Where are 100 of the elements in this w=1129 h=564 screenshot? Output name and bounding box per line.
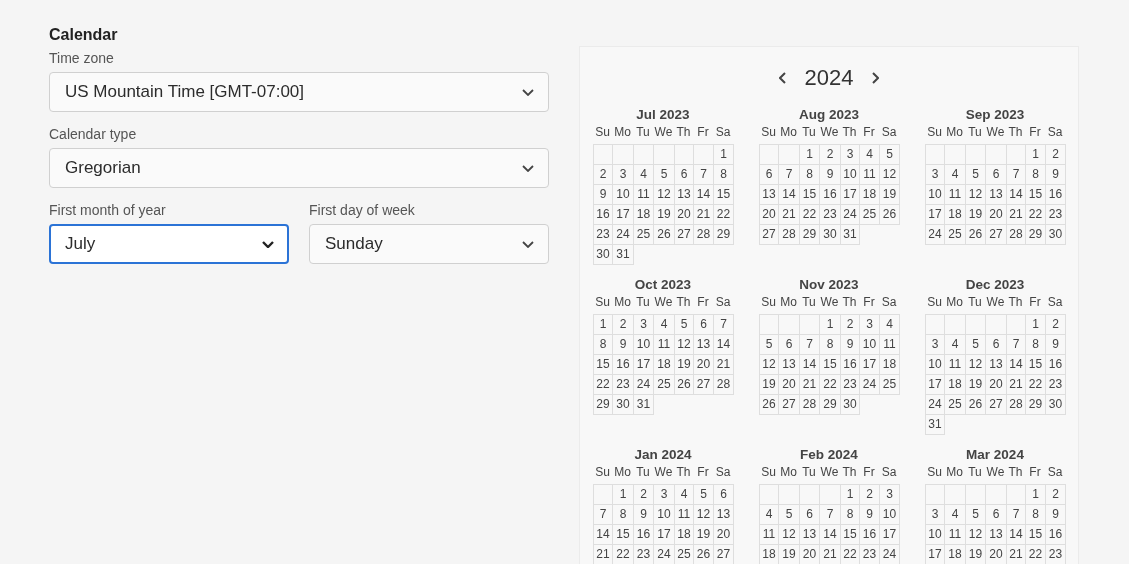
weekday-label: Fr	[696, 464, 710, 481]
weekday-label: Mo	[779, 294, 798, 311]
day-cell: 25	[879, 374, 900, 395]
day-cell: 21	[593, 544, 613, 564]
weekday-label: Tu	[801, 124, 817, 141]
day-cell: 16	[593, 204, 613, 225]
weekday-label: Fr	[696, 124, 710, 141]
day-cell: 19	[759, 374, 779, 395]
day-cell: 13	[759, 184, 779, 205]
weekday-label: Th	[841, 464, 858, 481]
day-cell: 2	[1045, 314, 1066, 335]
day-cell: 1	[713, 144, 734, 165]
weekday-label: We	[819, 294, 840, 311]
empty-day-cell	[593, 484, 613, 505]
day-cell: 24	[925, 394, 945, 415]
day-cell: 17	[925, 374, 945, 395]
empty-day-cell	[925, 314, 945, 335]
weekday-label: Fr	[862, 124, 876, 141]
weekday-label: Tu	[635, 464, 651, 481]
empty-day-cell	[925, 144, 945, 165]
weekday-label: Th	[1007, 124, 1024, 141]
weekday-label: Sa	[880, 124, 898, 141]
weekday-label: Fr	[1028, 124, 1042, 141]
weekday-label: Su	[594, 294, 611, 311]
chevron-down-icon	[262, 240, 274, 248]
field-label: First month of year	[49, 202, 167, 218]
weekday-label: We	[985, 294, 1006, 311]
dropdown[interactable]: July	[49, 224, 289, 264]
weekday-label: Mo	[613, 124, 632, 141]
day-cell: 30	[1045, 224, 1066, 245]
empty-day-cell	[759, 144, 779, 165]
day-cell: 3	[879, 484, 900, 505]
day-cell: 2	[1045, 144, 1066, 165]
weekday-label: Su	[760, 294, 777, 311]
weekday-label: Th	[841, 124, 858, 141]
weekday-label: Fr	[862, 294, 876, 311]
day-cell: 2	[1045, 484, 1066, 505]
chevron-right-icon	[871, 72, 880, 84]
month-title: Feb 2024	[800, 447, 858, 462]
weekday-label: We	[653, 464, 674, 481]
weekday-label: Sa	[1046, 294, 1064, 311]
empty-day-cell	[593, 144, 613, 165]
weekday-label: We	[819, 124, 840, 141]
weekday-label: Th	[841, 294, 858, 311]
month-title: Jul 2023	[636, 107, 690, 122]
weekday-label: Mo	[613, 464, 632, 481]
dropdown[interactable]: Sunday	[309, 224, 549, 264]
dropdown[interactable]: Gregorian	[49, 148, 549, 188]
weekday-label: Tu	[967, 464, 983, 481]
weekday-label: Th	[675, 464, 692, 481]
day-cell: 31	[925, 414, 945, 435]
day-cell: 10	[925, 524, 945, 545]
month-title: Oct 2023	[634, 277, 692, 292]
weekday-label: Sa	[714, 124, 732, 141]
day-cell: 31	[612, 244, 634, 265]
month-title: Aug 2023	[799, 107, 859, 122]
field-label: Calendar type	[49, 126, 138, 142]
weekday-label: Su	[926, 294, 943, 311]
weekday-label: Sa	[880, 464, 898, 481]
weekday-label: Su	[760, 464, 777, 481]
day-cell: 30	[593, 244, 613, 265]
day-cell: 17	[925, 544, 945, 564]
day-cell: 14	[593, 524, 613, 545]
weekday-label: Su	[594, 124, 611, 141]
weekday-label: Tu	[967, 124, 983, 141]
weekday-label: We	[653, 124, 674, 141]
weekday-label: Fr	[1028, 294, 1042, 311]
weekday-label: Th	[1007, 294, 1024, 311]
day-cell: 24	[925, 224, 945, 245]
empty-day-cell	[759, 484, 779, 505]
weekday-label: Fr	[1028, 464, 1042, 481]
weekday-label: Su	[926, 124, 943, 141]
weekday-label: Su	[760, 124, 777, 141]
day-cell: 17	[925, 204, 945, 225]
weekday-label: Tu	[635, 294, 651, 311]
month-title: Nov 2023	[799, 277, 859, 292]
weekday-label: Tu	[967, 294, 983, 311]
weekday-label: Mo	[779, 124, 798, 141]
weekday-label: We	[985, 464, 1006, 481]
day-cell: 30	[1045, 394, 1066, 415]
chevron-down-icon	[522, 164, 534, 172]
day-cell: 30	[840, 394, 860, 415]
month-title: Dec 2023	[965, 277, 1025, 292]
weekday-label: We	[653, 294, 674, 311]
weekday-label: Fr	[862, 464, 876, 481]
day-cell: 5	[879, 144, 900, 165]
day-cell: 12	[759, 354, 779, 375]
weekday-label: Th	[675, 124, 692, 141]
weekday-label: Mo	[945, 464, 964, 481]
weekday-label: Tu	[635, 124, 651, 141]
field-label: Time zone	[49, 50, 115, 66]
weekday-label: We	[819, 464, 840, 481]
dropdown[interactable]: US Mountain Time [GMT-07:00]	[49, 72, 549, 112]
day-cell: 20	[759, 204, 779, 225]
day-cell: 1	[593, 314, 613, 335]
weekday-label: We	[985, 124, 1006, 141]
weekday-label: Su	[926, 464, 943, 481]
weekday-label: Tu	[801, 464, 817, 481]
weekday-label: Th	[1007, 464, 1024, 481]
day-cell: 28	[713, 374, 734, 395]
